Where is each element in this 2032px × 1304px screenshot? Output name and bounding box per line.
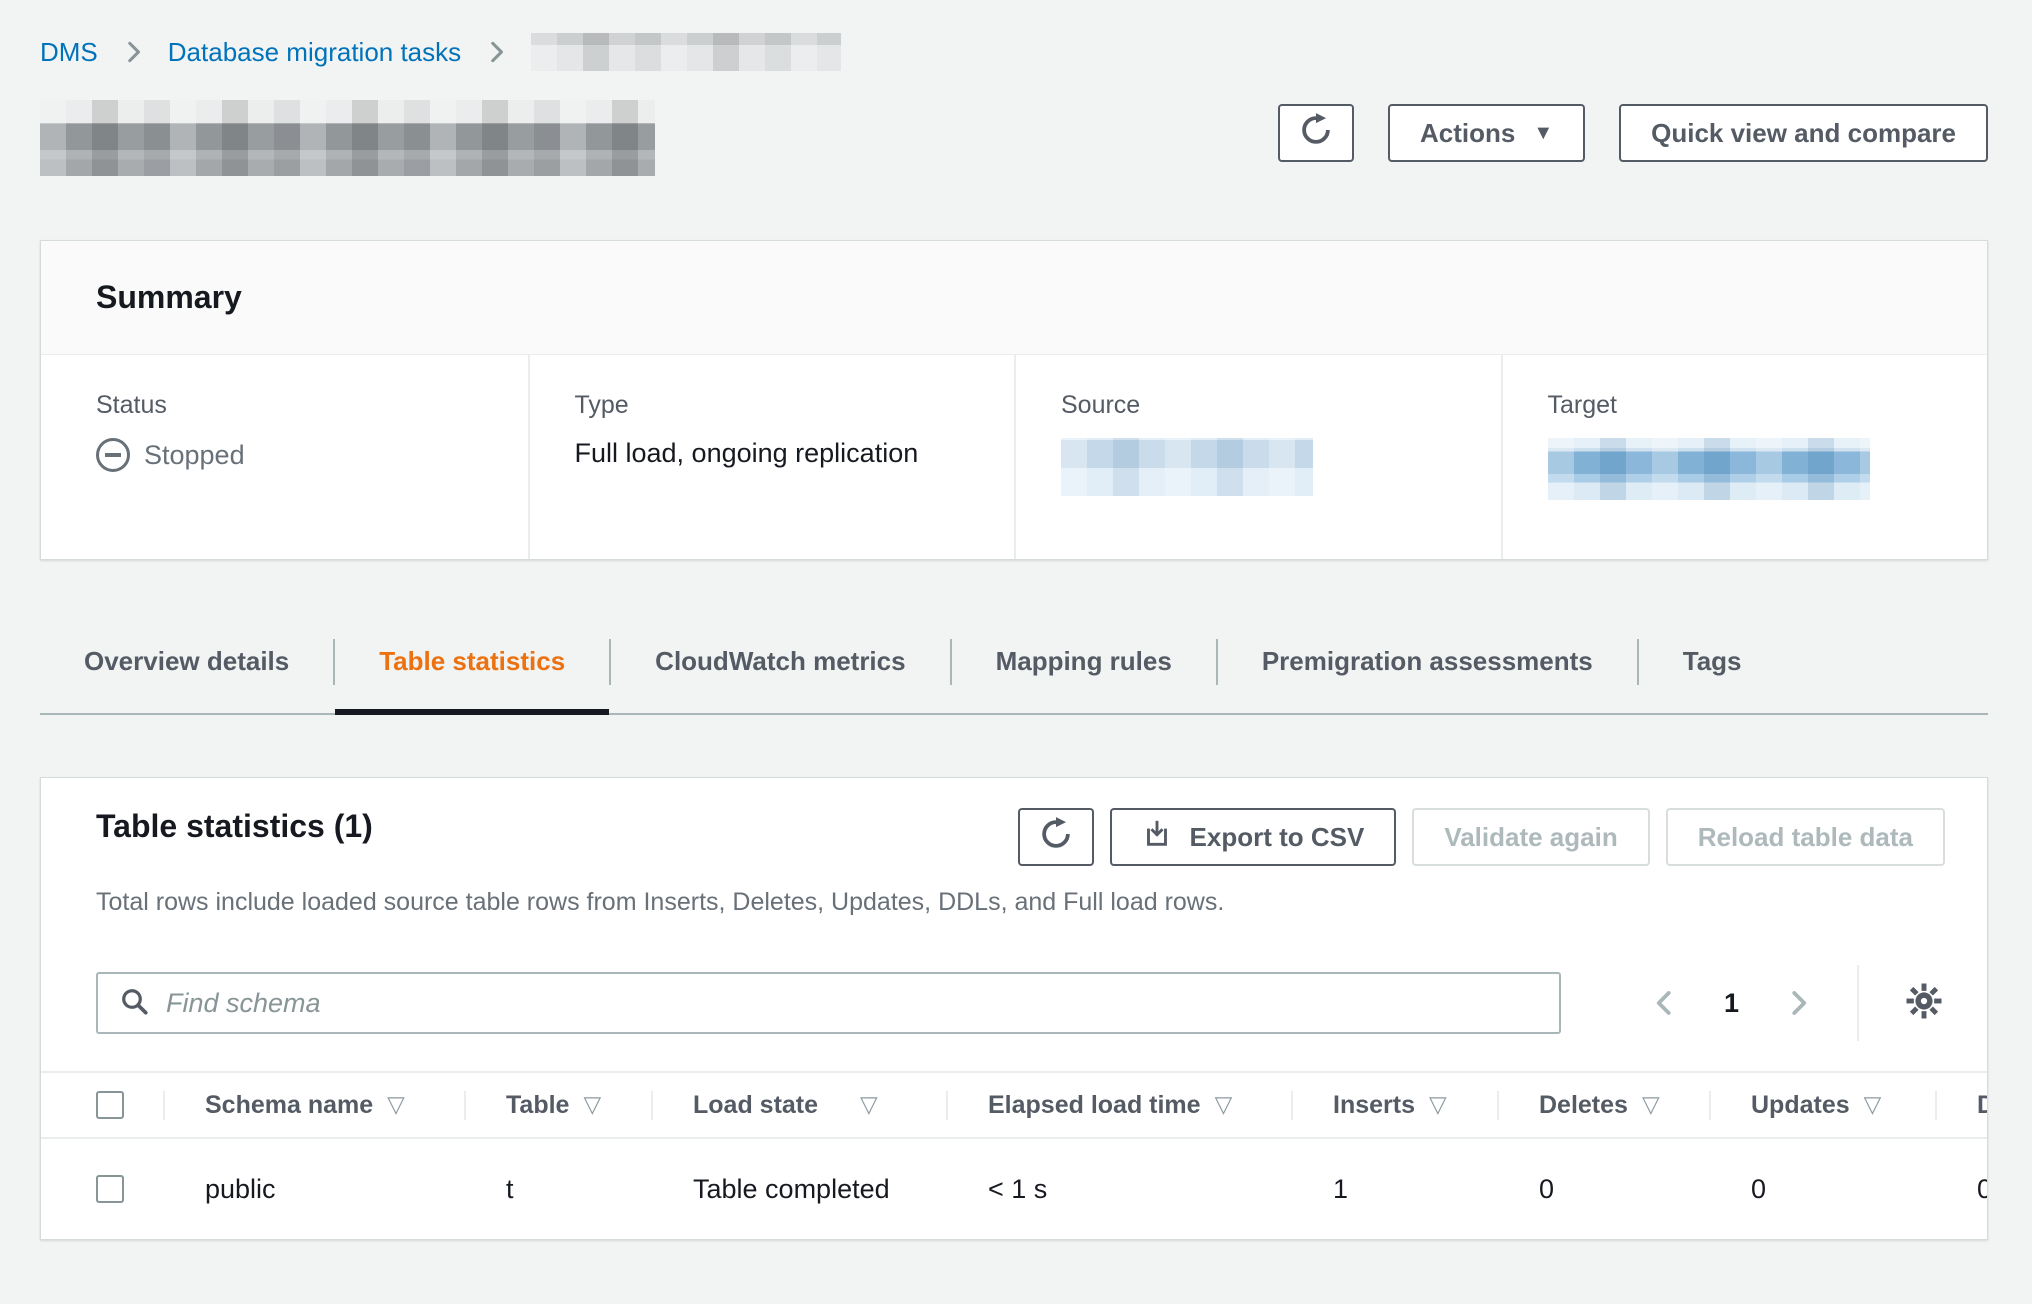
refresh-button[interactable] xyxy=(1278,104,1354,162)
cell-updates: 0 xyxy=(1709,1174,1935,1205)
tab-premigration-assessments[interactable]: Premigration assessments xyxy=(1218,622,1637,713)
quick-view-compare-label: Quick view and compare xyxy=(1651,118,1956,149)
breadcrumb-redacted-task-name xyxy=(531,33,841,71)
tab-mapping-rules[interactable]: Mapping rules xyxy=(952,622,1216,713)
table-refresh-button[interactable] xyxy=(1018,808,1094,866)
breadcrumb-dms-link[interactable]: DMS xyxy=(40,37,98,68)
quick-view-compare-button[interactable]: Quick view and compare xyxy=(1619,104,1988,162)
next-page-button[interactable] xyxy=(1783,988,1813,1018)
table-statistics-title: Table statistics (1) xyxy=(96,808,373,845)
summary-status-field: Status Stopped xyxy=(41,355,528,559)
tab-cloudwatch-metrics[interactable]: CloudWatch metrics xyxy=(611,622,949,713)
column-header-elapsed-load-time[interactable]: Elapsed load time ▽ xyxy=(946,1091,1291,1120)
caret-down-icon: ▼ xyxy=(1533,123,1553,143)
pagination-divider xyxy=(1857,965,1859,1041)
target-label: Target xyxy=(1548,391,1948,420)
tab-table-statistics[interactable]: Table statistics xyxy=(335,622,609,713)
search-icon xyxy=(118,985,150,1022)
table-statistics-table: Schema name ▽ Table ▽ Load state ▽ Elaps… xyxy=(41,1071,1987,1239)
find-schema-input[interactable] xyxy=(166,974,1539,1032)
summary-source-field: Source xyxy=(1014,355,1501,559)
column-header-load-state[interactable]: Load state ▽ xyxy=(651,1091,946,1120)
sort-icon[interactable]: ▽ xyxy=(860,1092,878,1118)
table-statistics-card: Table statistics (1) Export to C xyxy=(40,777,1988,1240)
status-text: Stopped xyxy=(144,440,245,471)
summary-target-field: Target xyxy=(1501,355,1988,559)
table-statistics-header: Table statistics (1) Export to C xyxy=(41,778,1987,1041)
stopped-status-icon xyxy=(96,438,130,472)
schema-search-box xyxy=(96,972,1561,1034)
source-label: Source xyxy=(1061,391,1461,420)
column-header-ddls-clipped[interactable]: D xyxy=(1935,1091,1988,1120)
sort-icon[interactable]: ▽ xyxy=(387,1092,405,1118)
cell-elapsed-load-time: < 1 s xyxy=(946,1174,1291,1205)
tab-bar: Overview details Table statistics CloudW… xyxy=(40,622,1988,715)
export-to-csv-label: Export to CSV xyxy=(1190,822,1365,853)
table-statistics-description: Total rows include loaded source table r… xyxy=(96,888,1945,917)
sort-icon[interactable]: ▽ xyxy=(583,1092,601,1118)
cell-table: t xyxy=(464,1174,651,1205)
summary-card: Summary Status Stopped Type Full load, o… xyxy=(40,240,1988,560)
select-all-checkbox[interactable] xyxy=(96,1091,124,1119)
cell-load-state: Table completed xyxy=(651,1174,946,1205)
column-header-table[interactable]: Table ▽ xyxy=(464,1091,651,1120)
refresh-icon xyxy=(1037,815,1075,860)
dms-task-page: DMS Database migration tasks Actions ▼ Q… xyxy=(0,30,2032,1304)
cell-inserts: 1 xyxy=(1291,1174,1497,1205)
summary-card-header: Summary xyxy=(41,241,1987,355)
tab-tags[interactable]: Tags xyxy=(1639,622,1786,713)
table-header-row: Schema name ▽ Table ▽ Load state ▽ Elaps… xyxy=(41,1071,1987,1139)
export-to-csv-button[interactable]: Export to CSV xyxy=(1110,808,1397,866)
table-statistics-buttons: Export to CSV Validate again Reload tabl… xyxy=(1018,808,1945,866)
chevron-right-icon xyxy=(483,39,509,65)
table-settings-button[interactable] xyxy=(1903,980,1945,1027)
breadcrumb: DMS Database migration tasks xyxy=(40,30,1988,74)
page-title-redacted xyxy=(40,100,655,176)
breadcrumb-tasks-link[interactable]: Database migration tasks xyxy=(168,37,461,68)
summary-title: Summary xyxy=(96,279,1932,316)
sort-icon[interactable]: ▽ xyxy=(1429,1092,1447,1118)
table-row[interactable]: public t Table completed < 1 s 1 0 0 0 xyxy=(41,1139,1987,1239)
target-endpoint-redacted-link[interactable] xyxy=(1548,438,1870,500)
summary-body: Status Stopped Type Full load, ongoing r… xyxy=(41,355,1987,559)
cell-ddls-clipped: 0 xyxy=(1935,1174,1988,1205)
previous-page-button[interactable] xyxy=(1650,988,1680,1018)
reload-table-data-button[interactable]: Reload table data xyxy=(1666,808,1945,866)
toolbar: Actions ▼ Quick view and compare xyxy=(1278,104,1988,162)
column-header-updates[interactable]: Updates ▽ xyxy=(1709,1091,1935,1120)
validate-again-label: Validate again xyxy=(1444,822,1617,853)
chevron-right-icon xyxy=(120,39,146,65)
validate-again-button[interactable]: Validate again xyxy=(1412,808,1649,866)
current-page-number[interactable]: 1 xyxy=(1724,988,1739,1019)
column-header-deletes[interactable]: Deletes ▽ xyxy=(1497,1091,1709,1120)
actions-button[interactable]: Actions ▼ xyxy=(1388,104,1585,162)
cell-schema-name: public xyxy=(163,1174,464,1205)
sort-icon[interactable]: ▽ xyxy=(1642,1092,1660,1118)
pagination: 1 xyxy=(1650,965,1945,1041)
download-icon xyxy=(1142,819,1172,856)
reload-table-data-label: Reload table data xyxy=(1698,822,1913,853)
table-controls: 1 xyxy=(96,965,1945,1041)
sort-icon[interactable]: ▽ xyxy=(1215,1092,1233,1118)
title-row: Actions ▼ Quick view and compare xyxy=(40,100,1988,176)
status-label: Status xyxy=(96,391,488,420)
column-header-inserts[interactable]: Inserts ▽ xyxy=(1291,1091,1497,1120)
source-endpoint-redacted-link[interactable] xyxy=(1061,438,1313,496)
gear-icon xyxy=(1903,980,1945,1027)
type-label: Type xyxy=(575,391,975,420)
sort-icon[interactable]: ▽ xyxy=(1864,1092,1882,1118)
actions-button-label: Actions xyxy=(1420,118,1515,149)
refresh-icon xyxy=(1297,111,1335,156)
cell-deletes: 0 xyxy=(1497,1174,1709,1205)
column-header-schema-name[interactable]: Schema name ▽ xyxy=(163,1091,464,1120)
status-value: Stopped xyxy=(96,438,488,472)
row-checkbox[interactable] xyxy=(96,1175,124,1203)
tab-overview-details[interactable]: Overview details xyxy=(40,622,333,713)
summary-type-field: Type Full load, ongoing replication xyxy=(528,355,1015,559)
type-value: Full load, ongoing replication xyxy=(575,438,975,469)
